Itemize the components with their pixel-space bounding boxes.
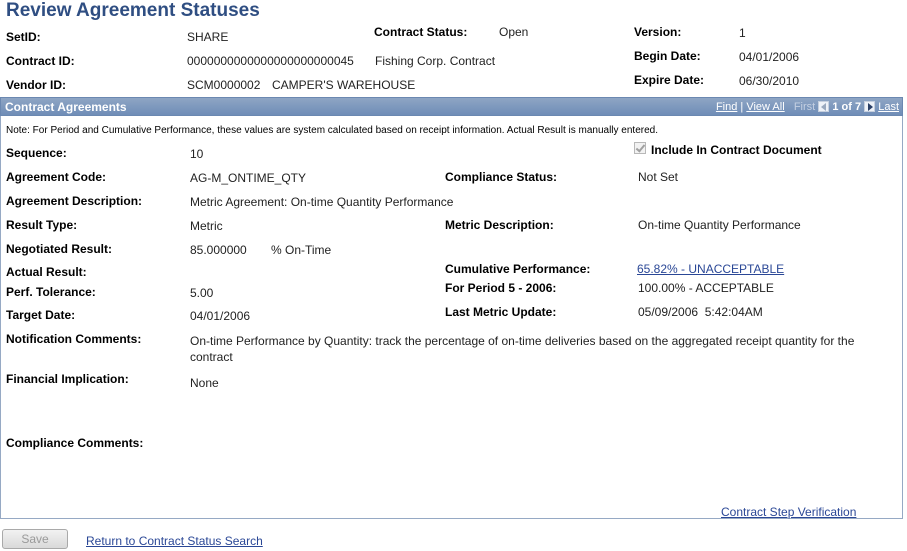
contract-id-value: 0000000000000000000000045 <box>187 54 354 68</box>
contract-step-verification-link[interactable]: Contract Step Verification <box>721 505 856 519</box>
last-link[interactable]: Last <box>878 101 899 113</box>
cumulative-performance-label: Cumulative Performance: <box>445 262 591 276</box>
previous-arrow-icon[interactable] <box>818 101 830 112</box>
contract-status-label: Contract Status: <box>374 25 468 39</box>
negotiated-result-unit: % On-Time <box>271 243 332 257</box>
metric-description-value: On-time Quantity Performance <box>638 218 801 232</box>
begin-date-value: 04/01/2006 <box>739 50 800 64</box>
contract-status-value: Open <box>499 25 529 39</box>
version-label: Version: <box>634 25 682 39</box>
vendor-name: CAMPER'S WAREHOUSE <box>272 78 416 92</box>
result-type-label: Result Type: <box>6 218 78 232</box>
row-position: 1 of 7 <box>832 101 862 113</box>
financial-implication-value: None <box>190 376 219 390</box>
include-in-contract-checkbox[interactable] <box>634 142 646 154</box>
period-performance-label: For Period 5 - 2006: <box>445 281 557 295</box>
setid-label: SetID: <box>6 30 41 44</box>
vendor-id-label: Vendor ID: <box>6 78 67 92</box>
agreement-code-value: AG-M_ONTIME_QTY <box>190 171 307 185</box>
negotiated-result-label: Negotiated Result: <box>6 242 113 256</box>
find-link[interactable]: Find <box>716 101 737 113</box>
target-date-label: Target Date: <box>6 308 76 322</box>
calculation-note: Note: For Period and Cumulative Performa… <box>6 125 658 136</box>
contract-id-label: Contract ID: <box>6 54 75 68</box>
period-performance-value: 100.00% - ACCEPTABLE <box>638 281 774 295</box>
compliance-comments-label: Compliance Comments: <box>6 436 144 450</box>
contract-agreements-header: Contract Agreements Find | View All Firs… <box>0 97 903 116</box>
version-value: 1 <box>739 26 746 40</box>
last-metric-update-value: 05/09/2006 5:42:04AM <box>638 305 763 319</box>
perf-tolerance-value: 5.00 <box>190 286 214 300</box>
next-arrow-icon[interactable] <box>864 101 876 112</box>
page-title: Review Agreement Statuses <box>6 0 260 21</box>
setid-value: SHARE <box>187 30 229 44</box>
compliance-status-label: Compliance Status: <box>445 170 558 184</box>
begin-date-label: Begin Date: <box>634 49 701 63</box>
expire-date-label: Expire Date: <box>634 73 705 87</box>
result-type-value: Metric <box>190 219 223 233</box>
sequence-value: 10 <box>190 147 204 161</box>
agreement-code-label: Agreement Code: <box>6 170 107 184</box>
negotiated-result-value: 85.000000 <box>190 243 247 257</box>
agreement-description-value: Metric Agreement: On-time Quantity Perfo… <box>190 195 454 209</box>
include-in-contract-label: Include In Contract Document <box>651 143 822 157</box>
perf-tolerance-label: Perf. Tolerance: <box>6 285 96 299</box>
compliance-status-value: Not Set <box>638 170 679 184</box>
vendor-id-value: SCM0000002 <box>187 78 261 92</box>
sequence-label: Sequence: <box>6 146 67 160</box>
save-button[interactable]: Save <box>2 529 68 549</box>
expire-date-value: 06/30/2010 <box>739 74 800 88</box>
return-to-search-link[interactable]: Return to Contract Status Search <box>86 534 263 548</box>
agreement-description-label: Agreement Description: <box>6 194 143 208</box>
view-all-link[interactable]: View All <box>746 101 784 113</box>
grid-title: Contract Agreements <box>5 100 127 114</box>
notification-comments-label: Notification Comments: <box>6 332 142 346</box>
metric-description-label: Metric Description: <box>445 218 554 232</box>
actual-result-label: Actual Result: <box>6 265 87 279</box>
first-label: First <box>793 101 816 113</box>
grid-navigation: Find | View All First 1 of 7 Last <box>715 101 899 113</box>
last-metric-update-label: Last Metric Update: <box>445 305 557 319</box>
contract-description: Fishing Corp. Contract <box>375 54 496 68</box>
target-date-value: 04/01/2006 <box>190 309 251 323</box>
financial-implication-label: Financial Implication: <box>6 372 129 386</box>
notification-comments-value: On-time Performance by Quantity: track t… <box>190 334 855 364</box>
cumulative-performance-link[interactable]: 65.82% - UNACCEPTABLE <box>637 262 784 276</box>
